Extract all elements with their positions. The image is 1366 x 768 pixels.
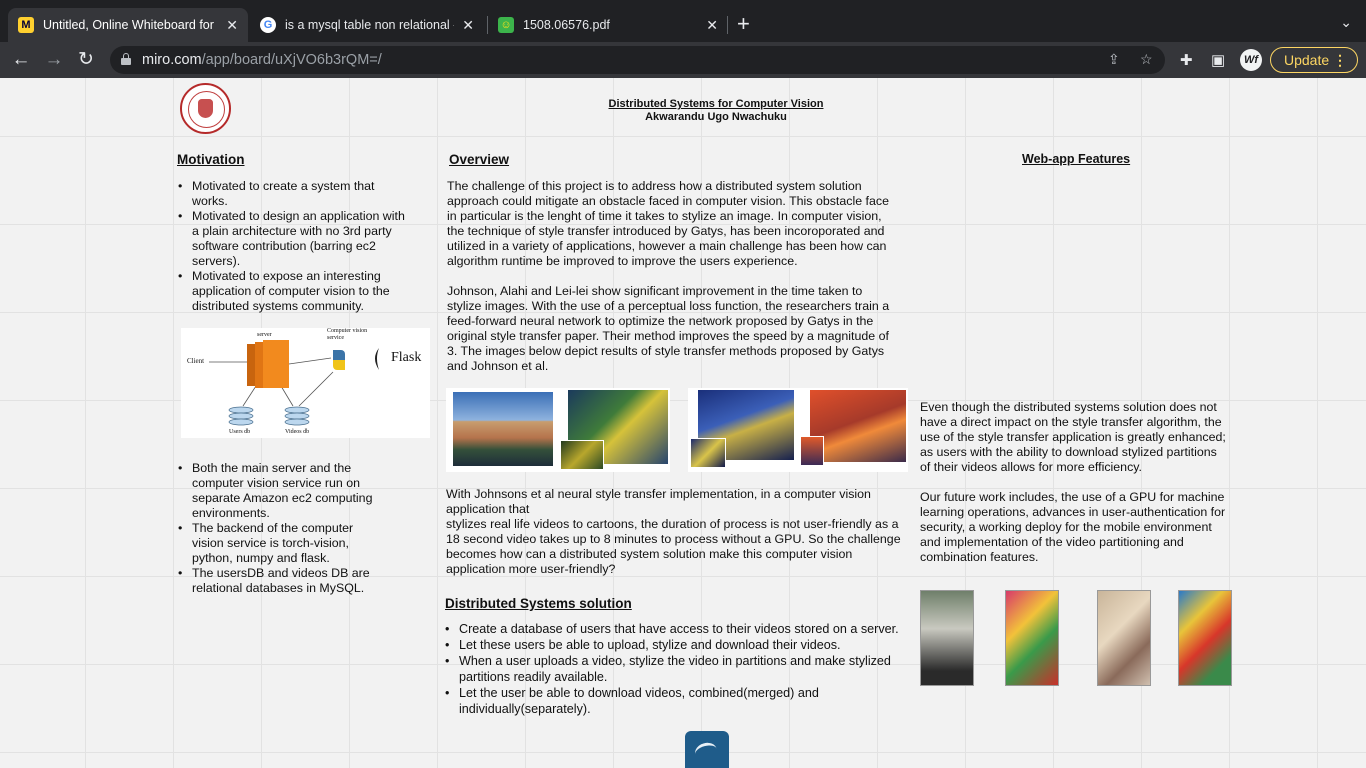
solution-heading: Distributed Systems solution xyxy=(445,596,632,611)
poster-author: Akwarandu Ugo Nwachuku xyxy=(645,111,787,123)
extensions-puzzle-icon[interactable]: ✚ xyxy=(1180,51,1193,69)
architecture-diagram-svg xyxy=(209,340,379,426)
list-item: Let the user be able to download videos,… xyxy=(445,685,903,717)
update-label: Update xyxy=(1284,52,1330,68)
list-item: When a user uploads a video, stylize the… xyxy=(445,653,903,685)
share-icon[interactable]: ⇪ xyxy=(1108,51,1120,68)
university-seal-logo xyxy=(180,83,231,134)
google-icon: G xyxy=(260,17,276,33)
tab-divider xyxy=(727,16,728,34)
tab-google-search[interactable]: G is a mysql table non relational - ✕ xyxy=(250,8,484,42)
video-frame-stylized-2 xyxy=(1097,590,1151,686)
overview-paragraph-4: stylizes real life videos to cartoons, t… xyxy=(446,517,901,576)
motivation-heading: Motivation xyxy=(177,152,245,167)
architecture-diagram: Client server Computer vision service Fl… xyxy=(181,328,430,438)
close-tab-icon[interactable]: ✕ xyxy=(226,17,238,34)
motivation-list: Motivated to create a system that works.… xyxy=(178,179,406,314)
scream-style-icon xyxy=(800,436,824,466)
close-tab-icon[interactable]: ✕ xyxy=(706,17,718,34)
features-paragraph-1: Even though the distributed systems solu… xyxy=(920,400,1226,474)
pdf-smiley-icon: ☺ xyxy=(498,17,514,33)
forward-arrow-icon[interactable]: → xyxy=(42,48,66,72)
close-tab-icon[interactable]: ✕ xyxy=(462,17,474,34)
miro-icon: M xyxy=(18,17,34,33)
video-frame-original xyxy=(920,590,974,686)
url-text[interactable]: miro.com/app/board/uXjVO6b3rQM=/ xyxy=(142,52,382,68)
tab-title: 1508.06576.pdf xyxy=(523,18,610,32)
whiteboard-canvas[interactable]: Distributed Systems for Computer Vision … xyxy=(0,78,1366,768)
overview-heading: Overview xyxy=(449,152,510,167)
url-host: miro.com xyxy=(142,52,202,68)
tab-title: Untitled, Online Whiteboard for xyxy=(43,18,214,32)
poster-title: Distributed Systems for Computer Vision xyxy=(608,98,824,110)
tab-strip: M Untitled, Online Whiteboard for ✕ G is… xyxy=(0,0,1366,42)
profile-avatar[interactable]: Wf xyxy=(1240,49,1262,71)
list-item: The usersDB and videos DB are relational… xyxy=(178,566,378,596)
overview-paragraph-2: Johnson, Alahi and Lei-lei show signific… xyxy=(447,284,890,373)
architecture-list: Both the main server and the computer vi… xyxy=(178,461,378,596)
gatys-style-transfer-examples xyxy=(446,388,670,472)
overview-paragraph-1: The challenge of this project is to addr… xyxy=(447,179,889,268)
tab-search-chevron-icon[interactable]: ⌄ xyxy=(1340,14,1352,31)
list-item: Let these users be able to upload, styli… xyxy=(445,637,903,653)
back-arrow-icon[interactable]: ← xyxy=(9,48,33,72)
mysql-dolphin-icon xyxy=(685,731,729,768)
address-bar[interactable]: miro.com/app/board/uXjVO6b3rQM=/ ⇪ ☆ xyxy=(110,46,1165,74)
list-item: Motivated to expose an interesting appli… xyxy=(178,269,406,314)
features-paragraph-2: Our future work includes, the use of a G… xyxy=(920,490,1226,564)
update-button[interactable]: Update ⋮ xyxy=(1270,47,1358,73)
server-label: server xyxy=(257,332,272,338)
users-db-label: Users db xyxy=(229,429,251,435)
browser-toolbar: ← → ↻ miro.com/app/board/uXjVO6b3rQM=/ ⇪… xyxy=(0,42,1366,78)
reload-icon[interactable]: ↻ xyxy=(74,48,98,72)
style-reference-1 xyxy=(560,440,604,470)
tab-pdf[interactable]: ☺ 1508.06576.pdf ✕ xyxy=(488,8,728,42)
list-item: Motivated to design an application with … xyxy=(178,209,406,269)
poster-header: Distributed Systems for Computer Vision … xyxy=(560,98,872,124)
starry-night-style-icon xyxy=(690,438,726,468)
video-frame-stylized-1 xyxy=(1005,590,1059,686)
new-tab-button[interactable]: + xyxy=(737,12,750,36)
solution-list: Create a database of users that have acc… xyxy=(445,621,903,717)
johnson-style-transfer-examples xyxy=(688,388,908,472)
url-path: /app/board/uXjVO6b3rQM=/ xyxy=(201,52,382,68)
bookmark-star-icon[interactable]: ☆ xyxy=(1140,51,1153,68)
list-item: Both the main server and the computer vi… xyxy=(178,461,378,521)
features-heading: Web-app Features xyxy=(1022,152,1131,166)
client-label: Client xyxy=(187,357,205,365)
more-vertical-icon: ⋮ xyxy=(1333,52,1347,68)
tab-title: is a mysql table non relational - xyxy=(285,18,455,32)
lock-icon xyxy=(121,53,131,65)
video-frame-stylized-3 xyxy=(1178,590,1232,686)
cv-service-label: Computer vision service xyxy=(327,328,368,341)
scream-style-output xyxy=(810,390,906,462)
overview-paragraph-3: With Johnsons et al neural style transfe… xyxy=(446,487,871,516)
tab-miro-whiteboard[interactable]: M Untitled, Online Whiteboard for ✕ xyxy=(8,8,248,42)
videos-db-label: Videos db xyxy=(285,429,310,435)
flask-logo: Flask xyxy=(391,350,422,365)
tubingen-photo xyxy=(453,392,553,466)
list-item: Motivated to create a system that works. xyxy=(178,179,406,209)
list-item: Create a database of users that have acc… xyxy=(445,621,903,637)
side-panel-icon[interactable]: ▣ xyxy=(1211,51,1225,69)
list-item: The backend of the computer vision servi… xyxy=(178,521,378,566)
